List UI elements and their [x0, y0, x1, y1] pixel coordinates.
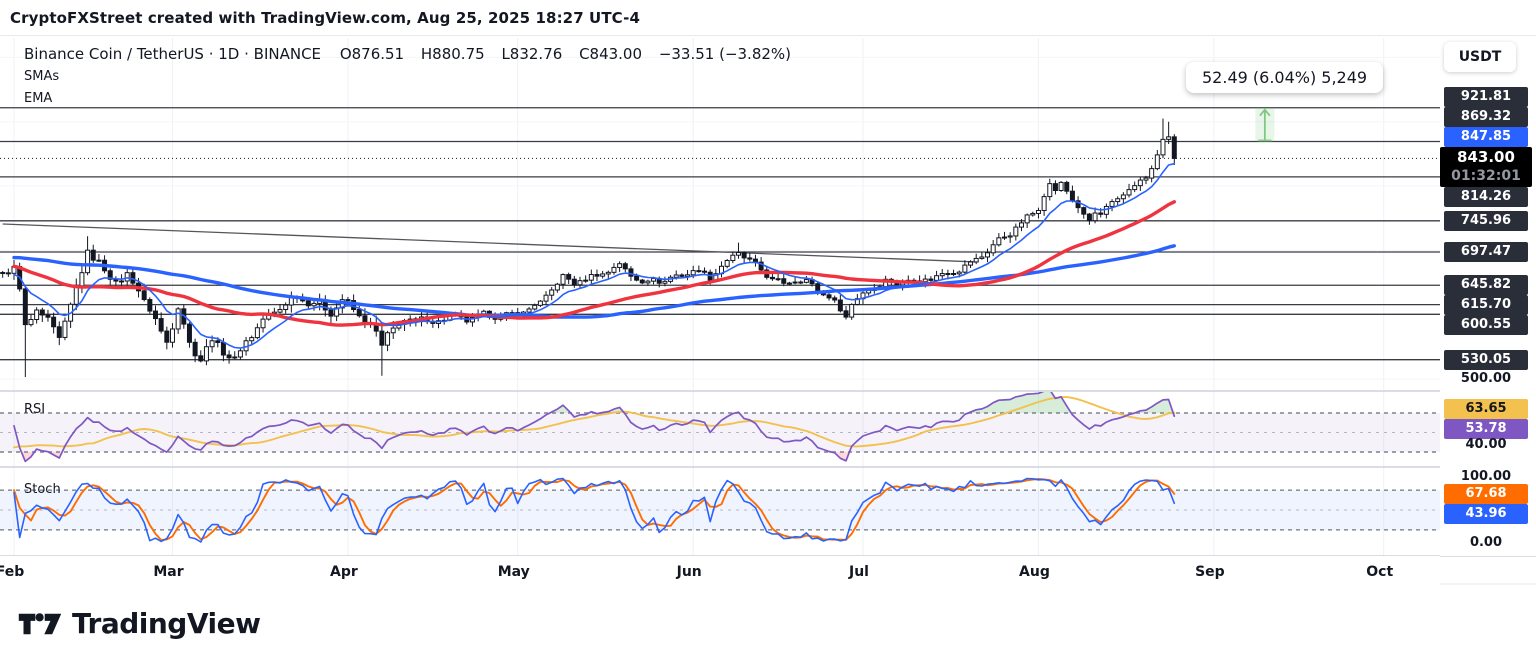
axis-label: 0.00 [1444, 533, 1528, 553]
stoch-k-badge: 43.96 [1444, 504, 1528, 524]
attribution-text: CryptoFXStreet created with TradingView.… [10, 9, 640, 27]
price-scale[interactable]: 843.0001:32:01 921.81869.32 814.26 745.96 69… [1440, 36, 1536, 556]
price-level-badge: 869.32 [1444, 107, 1528, 127]
candles-layer [1, 119, 1177, 378]
rsi-pane-label[interactable]: RSI [24, 402, 45, 417]
measure-tooltip: 52.49 (6.04%) 5,249 [1186, 62, 1383, 93]
ema-value-badge: 847.85 [1444, 127, 1528, 147]
price-level-badge: 615.70 [1444, 295, 1528, 315]
symbol-title[interactable]: Binance Coin / TetherUS · 1D · BINANCE [24, 45, 321, 63]
month-label: Jun [677, 564, 702, 580]
month-label: Feb [0, 564, 24, 580]
ohlc-high: H880.75 [421, 45, 485, 63]
price-level-badge: 745.96 [1444, 211, 1528, 231]
price-level-badge: 697.47 [1444, 242, 1528, 262]
chart-legend: Binance Coin / TetherUS · 1D · BINANCE O… [24, 45, 803, 63]
price-level-badge: 600.55 [1444, 315, 1528, 335]
time-axis[interactable]: Feb Mar Apr May Jun Jul Aug Sep Oct [0, 556, 1440, 585]
axis-label: 40.00 [1444, 435, 1528, 455]
month-label: Oct [1366, 564, 1393, 580]
axis-label: 500.00 [1444, 369, 1528, 389]
price-level-badge: 530.05 [1444, 350, 1528, 370]
ohlc-close: C843.00 [579, 45, 642, 63]
month-label: May [498, 564, 530, 580]
month-label: Jul [849, 564, 869, 580]
study-smas[interactable]: SMAs [24, 69, 59, 84]
ema-line [14, 164, 1174, 348]
month-label: Sep [1195, 564, 1225, 580]
stoch-pane-label[interactable]: Stoch [24, 482, 61, 497]
tradingview-mark-icon [18, 607, 62, 641]
price-level-badge: 921.81 [1444, 87, 1528, 107]
tradingview-screenshot: CryptoFXStreet created with TradingView.… [0, 0, 1536, 662]
tradingview-wordmark: TradingView [72, 607, 260, 640]
footer: TradingView [0, 585, 1536, 662]
last-price-badge: 843.0001:32:01 [1440, 147, 1532, 187]
price-level-badge: 814.26 [1444, 187, 1528, 207]
tradingview-logo[interactable]: TradingView [18, 607, 260, 641]
attribution-bar: CryptoFXStreet created with TradingView.… [0, 0, 1536, 36]
month-label: Mar [153, 564, 183, 580]
price-level-badge: 645.82 [1444, 275, 1528, 295]
bar-countdown: 01:32:01 [1440, 168, 1532, 185]
ohlc-change: −33.51 (−3.82%) [659, 45, 791, 63]
study-ema[interactable]: EMA [24, 91, 52, 106]
currency-toggle-button[interactable]: USDT [1444, 42, 1516, 72]
measure-arrow[interactable] [1255, 108, 1274, 142]
rsi-ma-badge: 63.65 [1444, 399, 1528, 419]
ohlc-low: L832.76 [501, 45, 562, 63]
descending-trendline [3, 224, 977, 262]
month-label: Aug [1019, 564, 1050, 580]
month-label: Apr [330, 564, 358, 580]
level-lines [0, 108, 1440, 360]
ohlc-open: O876.51 [340, 45, 404, 63]
chart-canvas[interactable] [0, 36, 1536, 585]
chart-widget: Binance Coin / TetherUS · 1D · BINANCE O… [0, 36, 1536, 585]
stoch-d-badge: 67.68 [1444, 484, 1528, 504]
grid-layer [0, 38, 1440, 556]
